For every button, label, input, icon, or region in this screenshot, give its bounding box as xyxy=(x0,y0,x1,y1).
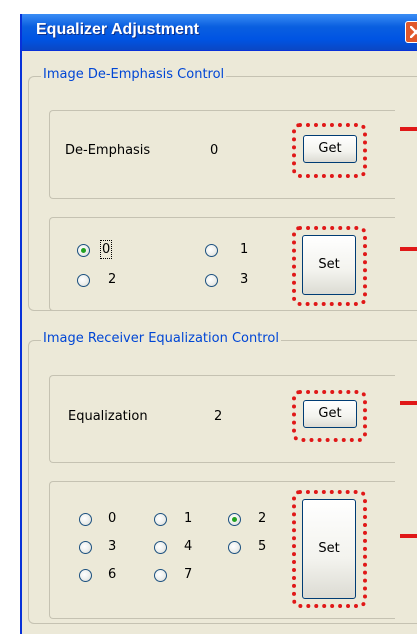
de-emphasis-radio-label-2: 2 xyxy=(108,272,117,287)
equalization-get-button[interactable]: Get xyxy=(303,400,357,428)
equalization-radio-label-7: 7 xyxy=(184,567,193,582)
equalization-radio-4[interactable] xyxy=(154,541,167,554)
equalization-radio-label-4: 4 xyxy=(184,539,193,554)
equalization-radio-7[interactable] xyxy=(154,569,167,582)
equalization-radio-label-6: 6 xyxy=(108,567,117,582)
de-emphasis-set-button[interactable]: Set xyxy=(302,235,356,295)
de-emphasis-radio-label-1: 1 xyxy=(240,242,249,257)
de-emphasis-group: Image De-Emphasis Control De-Emphasis 0 … xyxy=(28,67,417,311)
callout-line xyxy=(400,247,417,251)
equalization-radio-5[interactable] xyxy=(228,541,241,554)
callout-line xyxy=(400,127,417,131)
de-emphasis-radio-3[interactable] xyxy=(205,274,218,287)
de-emphasis-radio-2[interactable] xyxy=(77,274,90,287)
callout-line xyxy=(400,534,417,538)
equalization-radio-6[interactable] xyxy=(79,569,92,582)
equalization-radio-2[interactable] xyxy=(228,513,241,526)
equalization-radio-0[interactable] xyxy=(79,513,92,526)
equalization-radio-label-0: 0 xyxy=(108,511,117,526)
equalization-radio-label-5: 5 xyxy=(258,539,267,554)
de-emphasis-set-panel: 0 1 2 3 Set xyxy=(49,217,395,311)
window-title: Equalizer Adjustment xyxy=(36,21,199,38)
de-emphasis-value: 0 xyxy=(210,143,219,158)
close-button[interactable] xyxy=(405,21,417,43)
equalization-set-panel: 0 1 2 3 4 5 6 7 Set xyxy=(49,481,395,619)
de-emphasis-get-button[interactable]: Get xyxy=(303,135,357,163)
close-icon xyxy=(410,26,417,38)
equalization-value: 2 xyxy=(214,409,223,424)
equalization-radio-label-2: 2 xyxy=(258,511,267,526)
equalizer-dialog: Equalizer Adjustment Image De-Emphasis C… xyxy=(20,14,417,634)
de-emphasis-radio-label-0: 0 xyxy=(99,240,113,259)
equalization-group-label: Image Receiver Equalization Control xyxy=(41,331,281,346)
de-emphasis-radio-1[interactable] xyxy=(205,244,218,257)
callout-line xyxy=(400,401,417,405)
equalization-radio-label-3: 3 xyxy=(108,539,117,554)
de-emphasis-radio-label-3: 3 xyxy=(240,272,249,287)
equalization-group: Image Receiver Equalization Control Equa… xyxy=(28,331,417,624)
equalization-radio-3[interactable] xyxy=(79,541,92,554)
equalization-set-button[interactable]: Set xyxy=(302,499,356,599)
de-emphasis-group-label: Image De-Emphasis Control xyxy=(41,67,227,82)
title-bar[interactable]: Equalizer Adjustment xyxy=(22,14,417,51)
de-emphasis-get-panel: De-Emphasis 0 Get xyxy=(49,110,395,199)
equalization-radio-label-1: 1 xyxy=(184,511,193,526)
equalization-radio-1[interactable] xyxy=(154,513,167,526)
de-emphasis-radio-0[interactable] xyxy=(77,244,90,257)
de-emphasis-label: De-Emphasis xyxy=(65,143,151,158)
equalization-label: Equalization xyxy=(68,409,148,424)
equalization-get-panel: Equalization 2 Get xyxy=(49,375,395,463)
